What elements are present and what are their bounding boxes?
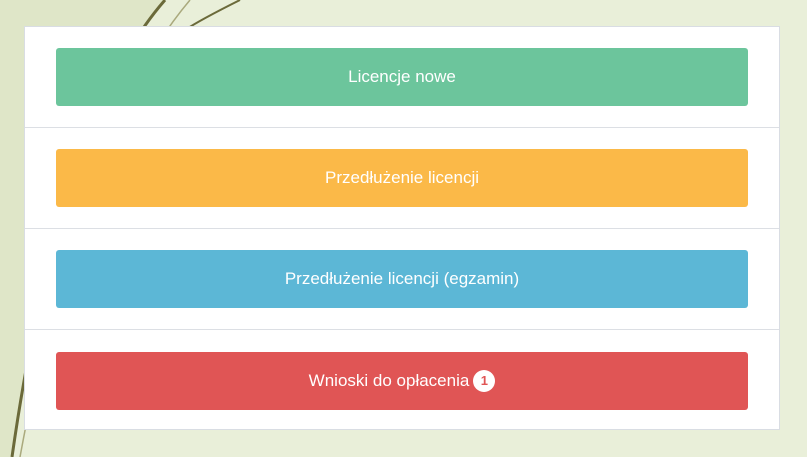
license-extension-label: Przedłużenie licencji — [324, 168, 480, 187]
requests-to-pay-row: Wnioski do opłacenia 1 — [25, 330, 779, 431]
license-extension-button[interactable]: Przedłużenie licencji — [56, 149, 748, 207]
new-licenses-button[interactable]: Licencje nowe — [56, 48, 748, 106]
requests-count-badge: 1 — [473, 369, 496, 392]
requests-to-pay-button[interactable]: Wnioski do opłacenia 1 — [56, 351, 748, 410]
new-licenses-label: Licencje nowe — [348, 67, 456, 86]
license-extension-exam-row: Przedłużenie licencji (egzamin) — [25, 229, 779, 330]
license-extension-row: Przedłużenie licencji — [25, 128, 779, 229]
license-extension-exam-button[interactable]: Przedłużenie licencji (egzamin) — [56, 250, 748, 308]
new-licenses-row: Licencje nowe — [25, 27, 779, 128]
license-actions-panel: Licencje nowe Przedłużenie licencji Prze… — [24, 26, 780, 430]
license-extension-exam-label: Przedłużenie licencji (egzamin) — [284, 269, 520, 288]
requests-to-pay-label: Wnioski do opłacenia — [308, 370, 470, 390]
